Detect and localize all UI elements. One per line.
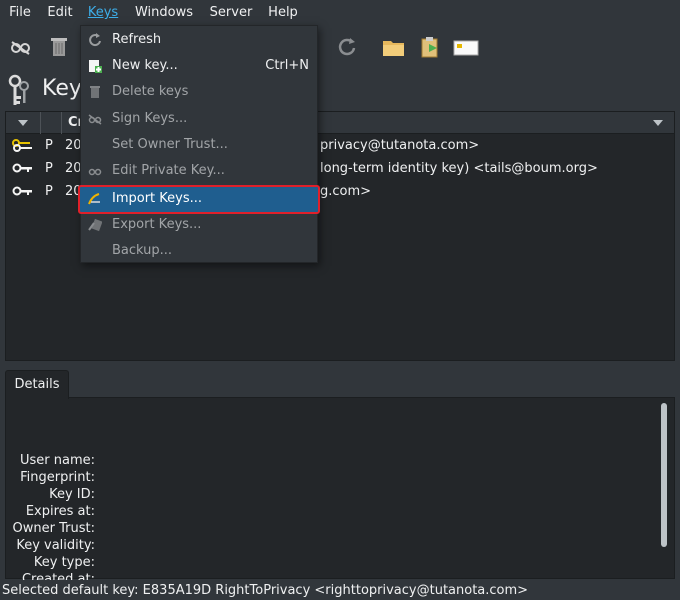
label-owner-trust: Owner Trust: bbox=[12, 521, 95, 536]
menu-item-sign-keys[interactable]: Sign Keys... bbox=[81, 106, 317, 132]
sign-icon bbox=[88, 114, 102, 125]
tab-details[interactable]: Details bbox=[5, 370, 69, 399]
card-button[interactable] bbox=[453, 34, 479, 60]
label-key-validity: Key validity: bbox=[16, 538, 95, 553]
trash-icon bbox=[51, 38, 67, 56]
menu-help[interactable]: Help bbox=[264, 0, 302, 25]
key-uid: g.com> bbox=[320, 184, 372, 199]
open-folder-button[interactable] bbox=[381, 34, 407, 60]
refresh-icon bbox=[338, 38, 356, 56]
header-separator bbox=[61, 112, 62, 134]
key-uid: privacy@tutanota.com> bbox=[320, 138, 480, 153]
chevron-down-icon[interactable] bbox=[18, 120, 28, 126]
edit-key-icon bbox=[88, 168, 102, 176]
card-icon bbox=[453, 40, 479, 56]
keypair-icon bbox=[12, 139, 32, 152]
label-user-name: User name: bbox=[19, 453, 95, 468]
menu-keys[interactable]: Keys bbox=[84, 0, 122, 25]
menu-item-label: Import Keys... bbox=[112, 191, 203, 206]
menu-item-new-key[interactable]: New key... Ctrl+N bbox=[81, 53, 317, 79]
sign-keys-button[interactable] bbox=[8, 34, 34, 60]
refresh-icon bbox=[89, 33, 101, 47]
menu-item-label: Export Keys... bbox=[112, 217, 202, 232]
menu-server[interactable]: Server bbox=[206, 0, 256, 25]
chevron-down-icon[interactable] bbox=[653, 120, 663, 126]
menu-windows[interactable]: Windows bbox=[130, 0, 198, 25]
details-panel bbox=[5, 397, 675, 579]
page-title: Key bbox=[42, 76, 82, 101]
header-separator bbox=[40, 112, 41, 134]
menu-item-import-keys[interactable]: Import Keys... bbox=[78, 185, 320, 214]
keys-menu-dropdown: Refresh New key... Ctrl+N Delete keys Si… bbox=[78, 25, 320, 264]
keys-app-icon bbox=[8, 74, 29, 105]
menu-item-label: Edit Private Key... bbox=[112, 163, 225, 178]
key-uid: long-term identity key) <tails@boum.org> bbox=[320, 161, 598, 176]
label-key-id: Key ID: bbox=[49, 487, 95, 502]
menu-item-backup[interactable]: Backup... bbox=[81, 238, 317, 264]
sign-icon bbox=[11, 41, 30, 55]
menu-item-shortcut: Ctrl+N bbox=[265, 58, 309, 73]
export-key-icon bbox=[88, 218, 102, 232]
details-scrollbar-thumb[interactable] bbox=[661, 403, 667, 547]
key-icon bbox=[12, 186, 32, 196]
key-flag: P bbox=[45, 138, 53, 153]
menu-item-label: Refresh bbox=[112, 32, 162, 47]
menu-item-refresh[interactable]: Refresh bbox=[81, 27, 317, 53]
new-key-icon bbox=[89, 60, 102, 73]
menu-item-label: Set Owner Trust... bbox=[112, 137, 228, 152]
import-button[interactable] bbox=[418, 34, 444, 60]
menu-item-label: Sign Keys... bbox=[112, 111, 188, 126]
status-bar: Selected default key: E835A19D RightToPr… bbox=[0, 580, 680, 600]
label-key-type: Key type: bbox=[33, 555, 95, 570]
trash-icon bbox=[90, 86, 100, 98]
import-icon bbox=[421, 37, 438, 58]
menu-bar: File Edit Keys Windows Server Help bbox=[0, 0, 680, 25]
label-expires-at: Expires at: bbox=[25, 504, 95, 519]
menu-item-label: Delete keys bbox=[112, 84, 189, 99]
menu-file[interactable]: File bbox=[2, 0, 38, 25]
refresh-button[interactable] bbox=[334, 34, 360, 60]
key-icon bbox=[12, 163, 32, 173]
menu-item-label: New key... bbox=[112, 58, 178, 73]
menu-edit[interactable]: Edit bbox=[42, 0, 78, 25]
menu-item-label: Backup... bbox=[112, 243, 173, 258]
menu-item-delete-keys[interactable]: Delete keys bbox=[81, 79, 317, 105]
key-flag: P bbox=[45, 161, 53, 176]
menu-item-edit-private-key[interactable]: Edit Private Key... bbox=[81, 158, 317, 184]
delete-keys-button[interactable] bbox=[46, 34, 72, 60]
import-key-icon bbox=[88, 193, 100, 205]
label-created-at: Created at: bbox=[21, 572, 95, 580]
label-fingerprint: Fingerprint: bbox=[20, 470, 95, 485]
key-flag: P bbox=[45, 184, 53, 199]
folder-icon bbox=[383, 41, 404, 56]
menu-item-export-keys[interactable]: Export Keys... bbox=[81, 212, 317, 238]
menu-item-set-owner-trust[interactable]: Set Owner Trust... bbox=[81, 132, 317, 158]
